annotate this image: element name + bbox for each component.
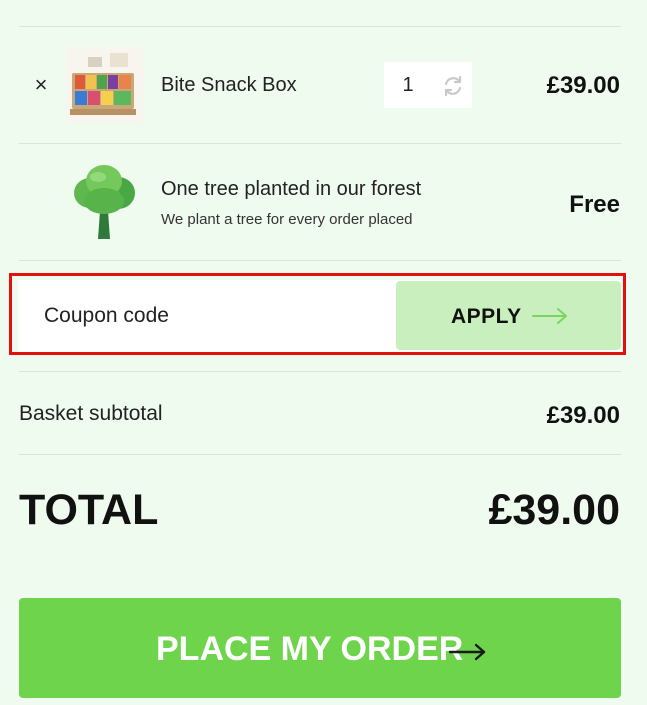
divider	[19, 371, 621, 372]
place-order-button[interactable]: PLACE MY ORDER	[19, 598, 621, 698]
quantity-value[interactable]: 1	[384, 74, 432, 97]
coupon-highlight-frame	[9, 273, 626, 355]
subtotal-value: £39.00	[546, 402, 620, 429]
tree-icon	[70, 163, 138, 241]
tree-offer-price: Free	[569, 191, 620, 218]
tree-offer-subtitle: We plant a tree for every order placed	[161, 211, 413, 228]
divider	[19, 26, 621, 27]
remove-item-button[interactable]: ×	[33, 74, 49, 96]
total-label: TOTAL	[19, 486, 159, 534]
divider	[19, 143, 621, 144]
item-price: £39.00	[546, 72, 620, 99]
quantity-stepper[interactable]: 1	[384, 62, 472, 108]
basket-summary: × Bite Snack Box 1 £39.00 One tree plant…	[0, 0, 647, 705]
refresh-icon[interactable]	[442, 75, 464, 97]
product-thumbnail	[66, 47, 143, 123]
product-name[interactable]: Bite Snack Box	[161, 74, 297, 97]
total-value: £39.00	[488, 486, 620, 534]
divider	[19, 454, 621, 455]
subtotal-label: Basket subtotal	[19, 402, 163, 425]
place-order-label: PLACE MY ORDER	[156, 630, 464, 668]
arrow-right-icon	[448, 642, 487, 662]
divider	[19, 260, 621, 261]
tree-offer-title: One tree planted in our forest	[161, 178, 422, 200]
